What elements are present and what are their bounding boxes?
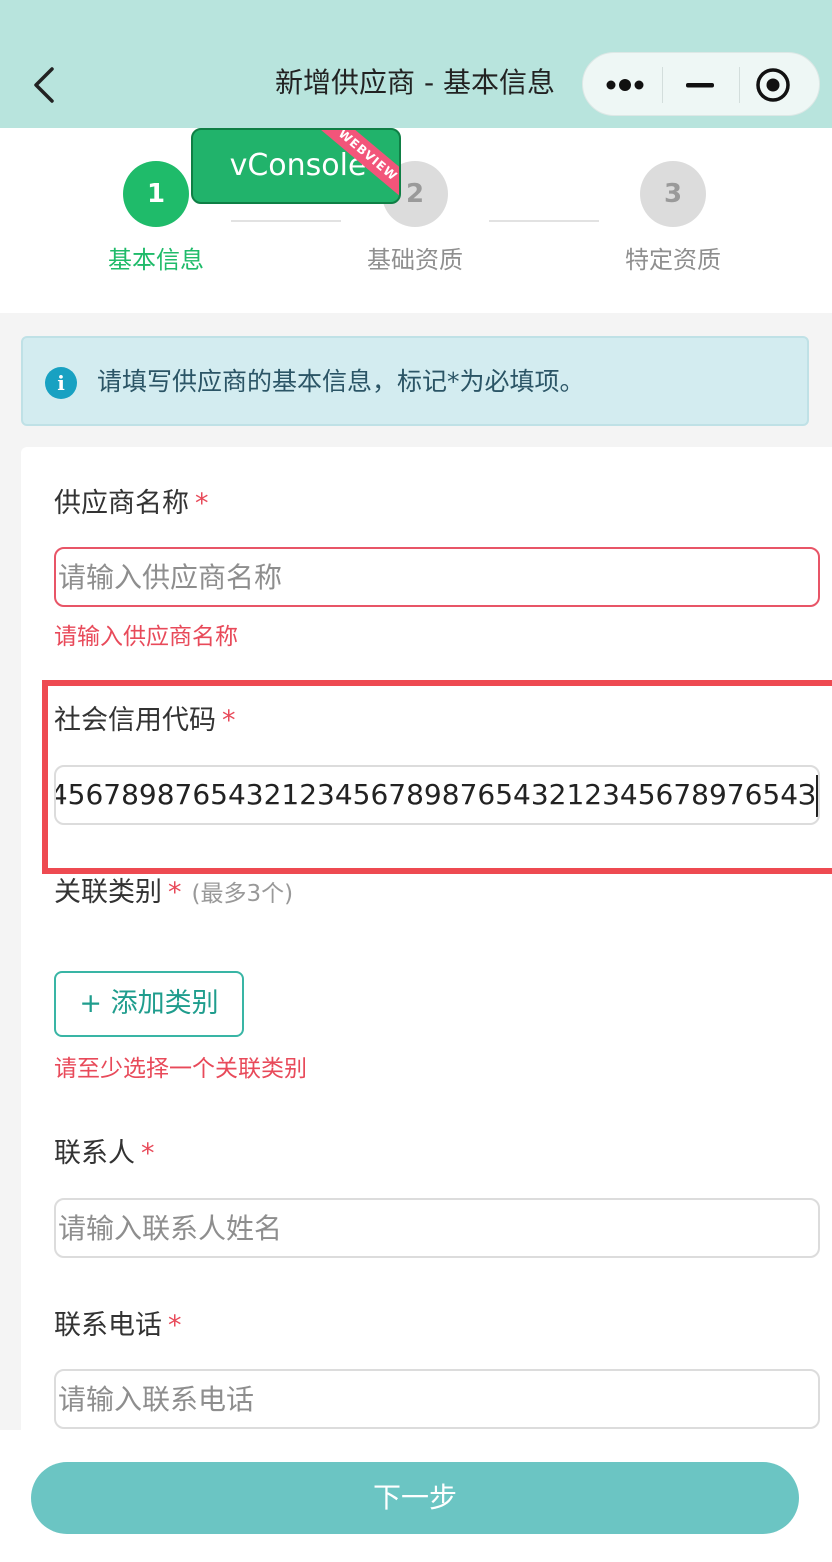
step-2-label: 基础资质 xyxy=(367,246,463,274)
required-mark: * xyxy=(195,488,209,519)
required-mark: * xyxy=(222,705,236,736)
capsule-divider xyxy=(662,67,663,103)
required-mark: * xyxy=(168,877,182,908)
text-caret xyxy=(816,775,818,817)
step-1-label: 基本信息 xyxy=(108,246,204,274)
required-mark: * xyxy=(141,1138,155,1169)
page-title: 新增供应商 - 基本信息 xyxy=(275,66,555,99)
category-limit-hint: (最多3个) xyxy=(191,881,294,907)
step-3-label: 特定资质 xyxy=(625,246,721,274)
vconsole-button[interactable]: vConsole WEBVIEW xyxy=(191,128,401,204)
step-connector xyxy=(489,220,599,222)
supplier-name-error: 请输入供应商名称 xyxy=(54,624,238,650)
info-icon: i xyxy=(45,367,77,399)
chevron-left-icon xyxy=(34,67,54,103)
back-button[interactable] xyxy=(30,66,60,104)
contact-person-label: 联系人 * xyxy=(54,1138,155,1169)
step-3-circle: 3 xyxy=(640,161,706,227)
more-icon[interactable] xyxy=(601,71,649,99)
notice-text: 请填写供应商的基本信息，标记*为必填项。 xyxy=(97,367,585,396)
add-category-button[interactable]: + 添加类别 xyxy=(54,971,244,1037)
next-step-button[interactable]: 下一步 xyxy=(31,1462,799,1534)
contact-phone-input[interactable] xyxy=(54,1369,820,1429)
footer-bar: 下一步 xyxy=(0,1430,832,1562)
supplier-name-input[interactable] xyxy=(54,547,820,607)
mini-program-capsule xyxy=(582,52,820,116)
navigation-bar: 新增供应商 - 基本信息 xyxy=(0,0,832,128)
step-connector xyxy=(231,220,341,222)
category-label: 关联类别 * (最多3个) xyxy=(54,877,294,908)
required-mark: * xyxy=(168,1310,182,1341)
credit-code-input[interactable]: 3456789876543212345678987654321234567897… xyxy=(54,765,820,825)
close-target-icon[interactable] xyxy=(755,67,791,103)
contact-phone-label: 联系电话 * xyxy=(54,1310,182,1341)
capsule-divider xyxy=(739,67,740,103)
credit-code-value: 3456789876543212345678987654321234567897… xyxy=(54,778,816,811)
category-error: 请至少选择一个关联类别 xyxy=(54,1056,307,1082)
info-notice: i 请填写供应商的基本信息，标记*为必填项。 xyxy=(21,336,809,426)
supplier-name-label: 供应商名称 * xyxy=(54,488,209,519)
step-indicator: 1 基本信息 2 基础资质 3 特定资质 xyxy=(0,128,832,313)
credit-code-label: 社会信用代码 * xyxy=(54,705,236,736)
minimize-icon[interactable] xyxy=(683,71,717,99)
contact-person-input[interactable] xyxy=(54,1198,820,1258)
step-1-circle: 1 xyxy=(123,161,189,227)
